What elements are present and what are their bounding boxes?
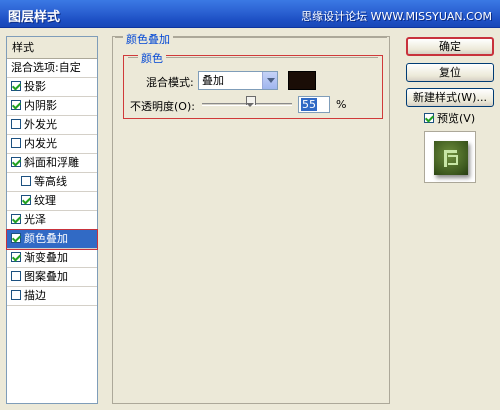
opacity-value: 55 — [301, 98, 317, 111]
window-title: 图层样式 — [8, 10, 61, 25]
reset-button[interactable]: 复位 — [406, 63, 494, 82]
style-item-satin[interactable]: 光泽 — [7, 211, 97, 230]
checkbox-color-overlay[interactable] — [11, 233, 21, 243]
checkbox-contour[interactable] — [21, 176, 31, 186]
style-item-color-overlay[interactable]: 颜色叠加 — [6, 229, 98, 250]
color-group-box: 颜色 混合模式: 叠加 不透明度(O): 55 % — [123, 50, 383, 119]
style-item-label: 内阴影 — [24, 99, 57, 112]
style-item-label: 纹理 — [34, 194, 56, 207]
preview-toggle[interactable]: 预览(V) — [424, 110, 475, 126]
style-item-label: 渐变叠加 — [24, 251, 68, 264]
color-overlay-panel: 颜色叠加 颜色 混合模式: 叠加 不透明度(O): 55 % — [112, 31, 390, 404]
new-style-button[interactable]: 新建样式(W)... — [406, 88, 494, 107]
title-bar: 图层样式 思缘设计论坛 WWW.MISSYUAN.COM — [0, 0, 500, 28]
style-preview — [424, 131, 476, 183]
blend-mode-select[interactable]: 叠加 — [198, 71, 278, 90]
checkbox-gradient-overlay[interactable] — [11, 252, 21, 262]
opacity-input[interactable]: 55 — [298, 96, 330, 113]
overlay-color-swatch[interactable] — [288, 71, 316, 90]
style-item-inner-glow[interactable]: 内发光 — [7, 135, 97, 154]
style-item-gradient-overlay[interactable]: 渐变叠加 — [7, 249, 97, 268]
style-item-texture[interactable]: 纹理 — [7, 192, 97, 211]
style-list-header[interactable]: 样式 — [7, 37, 97, 59]
style-item-contour[interactable]: 等高线 — [7, 173, 97, 192]
watermark: 思缘设计论坛 WWW.MISSYUAN.COM — [301, 10, 492, 23]
preview-checkbox[interactable] — [424, 113, 434, 123]
layer-style-dialog: 样式 混合选项:自定 投影 内阴影 外发光 内发光 斜面和浮雕 等高线 纹理 光… — [0, 28, 500, 410]
style-item-label: 颜色叠加 — [24, 232, 68, 245]
style-item-label: 等高线 — [34, 175, 67, 188]
checkbox-inner-shadow[interactable] — [11, 100, 21, 110]
checkbox-stroke[interactable] — [11, 290, 21, 300]
color-overlay-title: 颜色叠加 — [123, 31, 173, 47]
style-item-stroke[interactable]: 描边 — [7, 287, 97, 306]
chevron-down-icon[interactable] — [262, 72, 277, 89]
style-list: 样式 混合选项:自定 投影 内阴影 外发光 内发光 斜面和浮雕 等高线 纹理 光… — [6, 36, 98, 404]
checkbox-outer-glow[interactable] — [11, 119, 21, 129]
checkbox-bevel-emboss[interactable] — [11, 157, 21, 167]
style-item-label: 描边 — [24, 289, 46, 302]
style-item-pattern-overlay[interactable]: 图案叠加 — [7, 268, 97, 287]
blend-mode-value: 叠加 — [202, 74, 224, 87]
style-item-drop-shadow[interactable]: 投影 — [7, 78, 97, 97]
color-group-title: 颜色 — [138, 50, 166, 66]
checkbox-texture[interactable] — [21, 195, 31, 205]
checkbox-pattern-overlay[interactable] — [11, 271, 21, 281]
preview-label: 预览(V) — [437, 112, 476, 125]
style-item-label: 内发光 — [24, 137, 57, 150]
opacity-label: 不透明度(O): — [130, 100, 195, 113]
opacity-unit: % — [336, 98, 347, 111]
style-item-label: 外发光 — [24, 118, 57, 131]
checkbox-inner-glow[interactable] — [11, 138, 21, 148]
style-item-label: 投影 — [24, 80, 46, 93]
style-item-bevel-emboss[interactable]: 斜面和浮雕 — [7, 154, 97, 173]
blend-options-item[interactable]: 混合选项:自定 — [7, 59, 97, 78]
checkbox-satin[interactable] — [11, 214, 21, 224]
style-item-inner-shadow[interactable]: 内阴影 — [7, 97, 97, 116]
preview-thumbnail-icon — [434, 141, 468, 175]
opacity-slider-thumb[interactable] — [246, 96, 256, 108]
ok-button[interactable]: 确定 — [406, 37, 494, 56]
blend-mode-label: 混合模式: — [146, 76, 194, 89]
style-item-label: 斜面和浮雕 — [24, 156, 79, 169]
style-item-label: 图案叠加 — [24, 270, 68, 283]
checkbox-drop-shadow[interactable] — [11, 81, 21, 91]
style-item-label: 光泽 — [24, 213, 46, 226]
style-item-outer-glow[interactable]: 外发光 — [7, 116, 97, 135]
